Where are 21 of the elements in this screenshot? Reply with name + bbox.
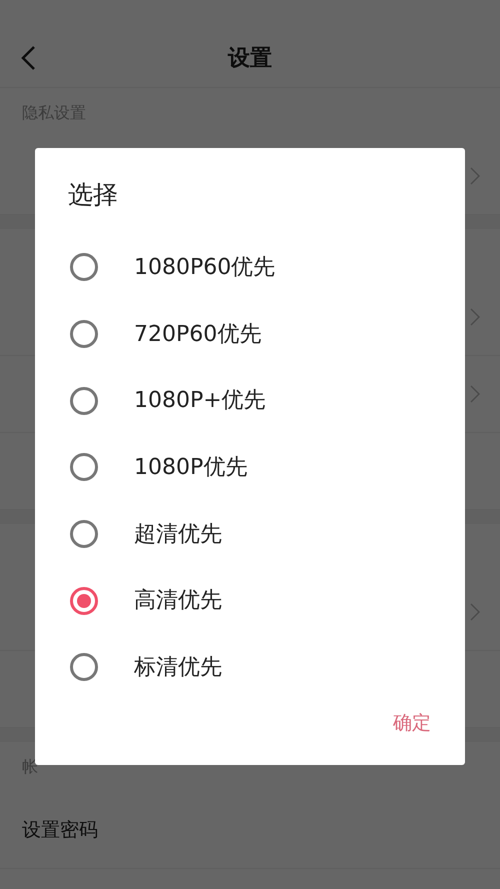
radio-button[interactable] (70, 586, 98, 615)
chevron-icon (470, 603, 480, 621)
page-title: 设置 (228, 45, 272, 73)
radio-button[interactable] (70, 320, 98, 348)
chevron-icon (470, 385, 480, 403)
dialog-title: 选择 (68, 180, 118, 209)
option-label[interactable]: 1080P60优先 (134, 250, 276, 284)
option-label[interactable]: 标清优先 (134, 650, 222, 684)
chevron-icon (470, 167, 480, 185)
radio-button[interactable] (70, 520, 98, 548)
radio-button[interactable] (70, 386, 98, 415)
option-label[interactable]: 高清优先 (134, 584, 222, 618)
radio-button[interactable] (70, 653, 98, 682)
option-label[interactable]: 720P60优先 (134, 318, 262, 351)
option-label[interactable]: 1080P+优先 (134, 384, 266, 418)
chevron-icon (470, 308, 480, 326)
setting-label: 设置密码 (22, 818, 98, 843)
option-label[interactable]: 1080P优先 (134, 450, 248, 484)
option-label[interactable]: 超清优先 (134, 518, 222, 551)
radio-button[interactable] (70, 253, 98, 282)
radio-button[interactable] (70, 453, 98, 482)
